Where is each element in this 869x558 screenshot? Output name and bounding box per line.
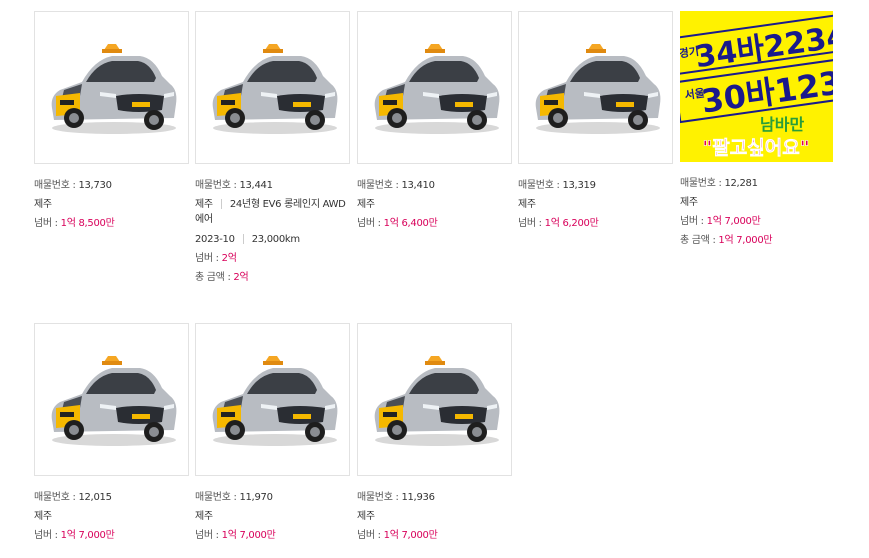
listing-price: 1억 7,000만 [221, 530, 276, 541]
listing-thumbnail[interactable] [357, 11, 512, 164]
listing-number: 13,730 [78, 180, 112, 191]
listing-total: 2억 [233, 272, 249, 283]
listing-region: 제주 [518, 199, 536, 210]
listing-number: 12,015 [78, 492, 112, 503]
listing-thumbnail[interactable] [357, 323, 512, 476]
listing-region: 제주 [34, 511, 52, 522]
price-label: 넘버 : [195, 253, 222, 264]
taxi-car-image [42, 38, 182, 138]
listing-description: 24년형 EV6 롱레인지 AWD 에어 [195, 199, 346, 225]
listing-card[interactable]: 매물번호 : 12,015 제주 넘버 : 1억 7,000만 [34, 323, 189, 545]
taxi-car-image [365, 38, 505, 138]
listing-number-label: 매물번호 : [34, 180, 79, 191]
listing-region: 제주 [195, 511, 213, 522]
listing-number: 13,319 [562, 180, 596, 191]
listing-thumbnail[interactable] [195, 323, 350, 476]
listing-number-label: 매물번호 : [357, 180, 402, 191]
total-label: 총 금액 : [195, 272, 234, 283]
taxi-car-image [42, 350, 182, 450]
taxi-car-image [203, 38, 343, 138]
listing-price: 1억 7,000만 [383, 530, 438, 541]
listing-card[interactable]: 매물번호 : 13,319 제주 넘버 : 1억 6,200만 [518, 11, 673, 233]
listing-thumbnail[interactable] [34, 323, 189, 476]
listing-number: 11,970 [239, 492, 273, 503]
listing-card[interactable]: 경기 34바2234 서울 30바123 남바만 "팔고싶어요" 매물번호 : … [680, 11, 835, 250]
price-label: 넘버 : [34, 218, 61, 229]
listing-thumbnail[interactable] [34, 11, 189, 164]
plate-ad-thumbnail[interactable]: 경기 34바2234 서울 30바123 남바만 "팔고싶어요" [680, 11, 833, 162]
listing-number-label: 매물번호 : [680, 178, 725, 189]
listing-thumbnail[interactable] [195, 11, 350, 164]
listing-number: 13,441 [239, 180, 273, 191]
taxi-car-image [365, 350, 505, 450]
listing-price: 1억 7,000만 [60, 530, 115, 541]
price-label: 넘버 : [518, 218, 545, 229]
listing-number-label: 매물번호 : [357, 492, 402, 503]
price-label: 넘버 : [195, 530, 222, 541]
listing-card[interactable]: 매물번호 : 13,410 제주 넘버 : 1억 6,400만 [357, 11, 512, 233]
listing-total: 1억 7,000만 [718, 235, 773, 246]
listing-number-label: 매물번호 : [195, 180, 240, 191]
listing-number-label: 매물번호 : [195, 492, 240, 503]
separator [242, 234, 244, 244]
listing-card[interactable]: 매물번호 : 13,441 제주 24년형 EV6 롱레인지 AWD 에어 202… [195, 11, 350, 287]
listing-region: 제주 [357, 511, 375, 522]
taxi-car-image [203, 350, 343, 450]
listing-price: 1억 7,000만 [706, 216, 761, 227]
taxi-car-image [526, 38, 666, 138]
listing-card[interactable]: 매물번호 : 11,970 제주 넘버 : 1억 7,000만 [195, 323, 350, 545]
listing-price: 2억 [221, 253, 237, 264]
listing-region: 제주 [357, 199, 375, 210]
separator [220, 199, 222, 209]
price-label: 넘버 : [357, 218, 384, 229]
plate-slogan: "팔고싶어요" [702, 137, 809, 159]
listing-number: 11,936 [401, 492, 435, 503]
listing-mileage: 23,000km [251, 234, 300, 245]
listing-price: 1억 6,400만 [383, 218, 438, 229]
listing-number-label: 매물번호 : [518, 180, 563, 191]
listing-card[interactable]: 매물번호 : 13,730 제주 넘버 : 1억 8,500만 [34, 11, 189, 233]
listing-year: 2023-10 [195, 234, 235, 245]
listing-region: 제주 [34, 199, 52, 210]
total-label: 총 금액 : [680, 235, 719, 246]
listing-thumbnail[interactable] [518, 11, 673, 164]
price-label: 넘버 : [34, 530, 61, 541]
listing-number: 12,281 [724, 178, 758, 189]
listing-price: 1억 6,200만 [544, 218, 599, 229]
plate-seller-note: 남바만 [760, 115, 804, 134]
listing-price: 1억 8,500만 [60, 218, 115, 229]
price-label: 넘버 : [357, 530, 384, 541]
price-label: 넘버 : [680, 216, 707, 227]
listing-card[interactable]: 매물번호 : 11,936 제주 넘버 : 1억 7,000만 [357, 323, 512, 545]
listing-number-label: 매물번호 : [34, 492, 79, 503]
listing-region: 제주 [680, 197, 698, 208]
listing-number: 13,410 [401, 180, 435, 191]
plate-ad-image: 경기 34바2234 서울 30바123 남바만 "팔고싶어요" [680, 14, 833, 160]
listing-region: 제주 [195, 199, 213, 210]
